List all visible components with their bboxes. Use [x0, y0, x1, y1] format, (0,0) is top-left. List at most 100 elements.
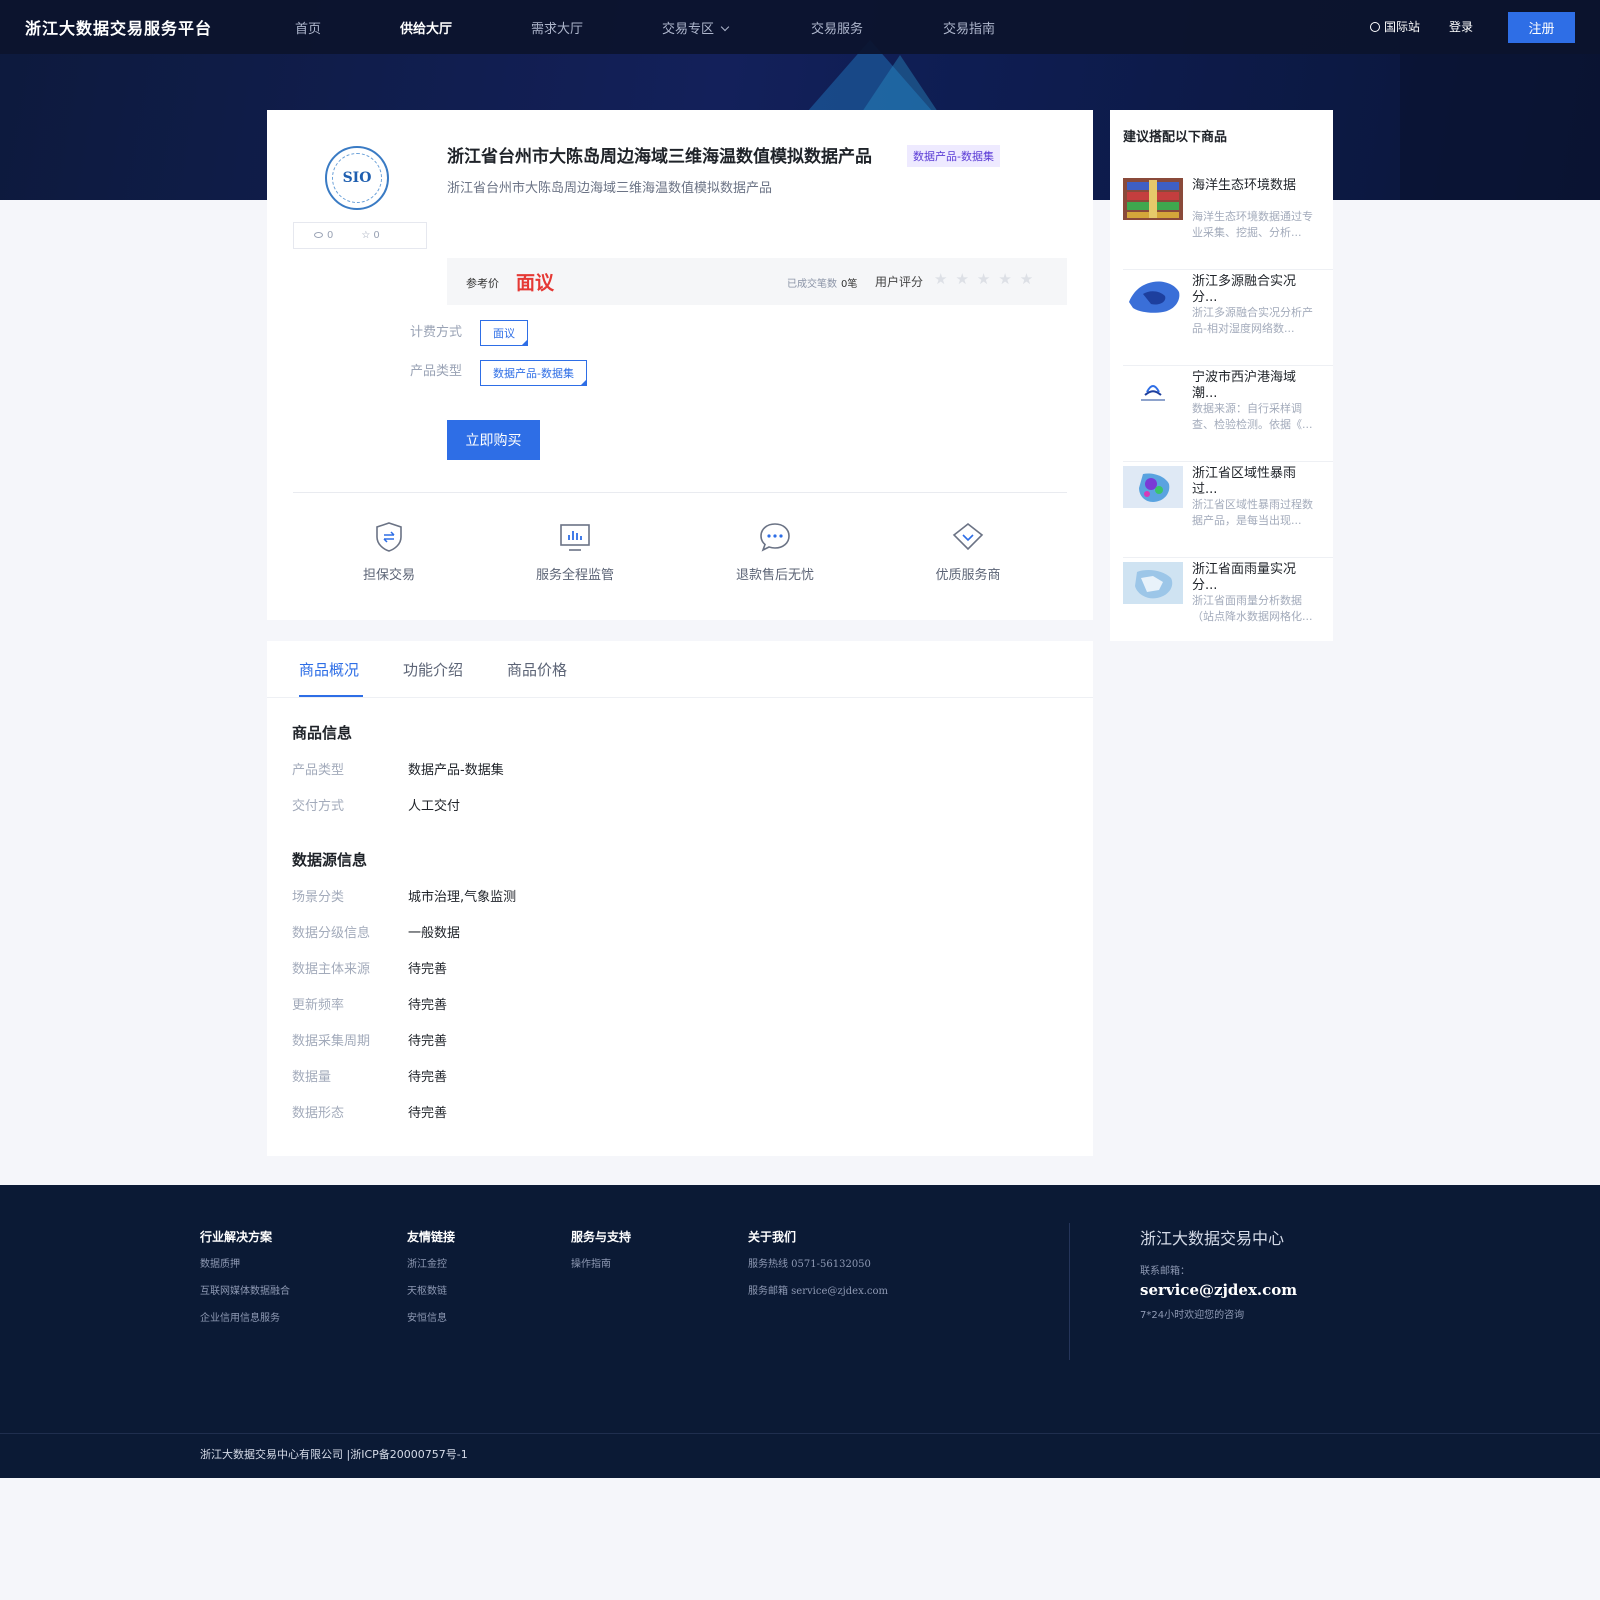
info-value: 人工交付	[408, 799, 461, 814]
recommendation-name: 宁波市西沪港海域潮...	[1192, 370, 1297, 401]
product-card: SIO 0 ☆ 0 浙江省台州市大陈岛周边海域三维海温数值模拟数据产品 数据产品-…	[267, 110, 1093, 620]
source-label: 更新频率	[292, 998, 345, 1013]
price-label: 参考价	[466, 277, 499, 290]
recommendation-name: 海洋生态环境数据	[1192, 178, 1297, 193]
buy-now-button[interactable]: 立即购买	[447, 420, 540, 460]
footer-col-title: 服务与支持	[571, 1230, 632, 1244]
deal-count-value: 0笔	[841, 279, 858, 290]
rating-label: 用户评分	[875, 275, 924, 289]
map-thumbnail-icon	[1123, 274, 1183, 316]
deal-count-label: 已成交笔数	[787, 279, 837, 290]
star-outline-icon: ☆	[361, 230, 371, 241]
detail-tabs: 商品概况 功能介绍 商品价格	[267, 641, 1093, 698]
info-label: 产品类型	[292, 763, 345, 778]
source-label: 数据主体来源	[292, 962, 371, 977]
source-value: 城市治理,气象监测	[408, 890, 517, 905]
recommendation-desc: 浙江多源融合实况分析产品-相对湿度网络数...	[1192, 306, 1313, 335]
shield-icon	[376, 522, 402, 552]
nav-trade-guide[interactable]: 交易指南	[943, 18, 995, 37]
billing-option-chip[interactable]: 面议	[480, 320, 528, 346]
recommendation-item[interactable]: 浙江省面雨量实况分... 浙江省面雨量分析数据（站点降水数据网格化...	[1123, 558, 1333, 654]
footer-link[interactable]: 安恒信息	[407, 1309, 447, 1324]
recommendation-item[interactable]: 浙江省区域性暴雨过... 浙江省区域性暴雨过程数据产品，是每当出现...	[1123, 462, 1333, 558]
info-value: 数据产品-数据集	[408, 763, 504, 778]
rainfall-map-thumbnail-icon	[1123, 562, 1183, 604]
eye-icon	[314, 232, 323, 238]
billing-label: 计费方式	[410, 325, 463, 340]
views-count: 0	[314, 230, 333, 241]
source-label: 数据分级信息	[292, 926, 371, 941]
nav-trade-service[interactable]: 交易服务	[811, 18, 863, 37]
recommendation-name: 浙江省区域性暴雨过...	[1192, 466, 1297, 497]
source-value: 待完善	[408, 1106, 448, 1121]
price-value: 面议	[516, 272, 555, 294]
footer-col-title: 行业解决方案	[200, 1230, 273, 1244]
footer-brand: 浙江大数据交易中心	[1140, 1229, 1285, 1248]
recommendation-item[interactable]: 宁波市西沪港海域潮... 数据来源：自行采样调查、检验检测。依据《...	[1123, 366, 1333, 462]
login-link[interactable]: 登录	[1449, 18, 1473, 35]
brand-logo-text[interactable]: 浙江大数据交易服务平台	[25, 15, 212, 39]
deal-count: 已成交笔数 0笔	[787, 275, 857, 290]
footer: 行业解决方案 数据质押 互联网媒体数据融合 企业信用信息服务 友情链接 浙江金控…	[0, 1185, 1600, 1478]
intl-site-link[interactable]: 国际站	[1370, 18, 1420, 35]
diamond-icon	[952, 522, 984, 551]
footer-col-title: 关于我们	[748, 1230, 797, 1244]
wave-logo-thumbnail-icon	[1123, 370, 1183, 412]
product-logo: SIO	[325, 146, 389, 210]
archive-thumbnail-icon	[1123, 178, 1183, 220]
product-stats: 0 ☆ 0	[293, 222, 427, 249]
footer-link[interactable]: 互联网媒体数据融合	[200, 1282, 290, 1297]
source-info-title: 数据源信息	[292, 851, 368, 869]
footer-contact-label: 联系邮箱：	[1140, 1266, 1190, 1277]
favorites-count[interactable]: ☆ 0	[361, 230, 379, 241]
recommendation-item[interactable]: 浙江多源融合实况分... 浙江多源融合实况分析产品-相对湿度网络数...	[1123, 270, 1333, 366]
favorites-value: 0	[373, 230, 380, 241]
tab-features[interactable]: 功能介绍	[403, 659, 463, 680]
recommendation-title: 建议搭配以下商品	[1123, 130, 1228, 145]
register-button[interactable]: 注册	[1508, 12, 1575, 43]
source-value: 待完善	[408, 962, 448, 977]
footer-divider	[1069, 1223, 1070, 1360]
source-value: 待完善	[408, 998, 448, 1013]
product-info-title: 商品信息	[292, 724, 353, 742]
type-option-chip[interactable]: 数据产品-数据集	[480, 360, 587, 386]
rain-map-thumbnail-icon	[1123, 466, 1183, 508]
recommendation-panel: 建议搭配以下商品 海洋生态环境数据 海洋生态环境数据通过专业采集、挖掘、分析..…	[1110, 110, 1333, 641]
nav-supply-hall[interactable]: 供给大厅	[400, 18, 452, 37]
nav-trade-zone-label: 交易专区	[662, 22, 715, 37]
globe-icon	[1370, 22, 1380, 32]
recommendation-desc: 数据来源：自行采样调查、检验检测。依据《...	[1192, 402, 1313, 431]
footer-link[interactable]: 企业信用信息服务	[200, 1309, 280, 1324]
recommendation-item[interactable]: 海洋生态环境数据 海洋生态环境数据通过专业采集、挖掘、分析...	[1123, 174, 1333, 270]
recommendation-desc: 海洋生态环境数据通过专业采集、挖掘、分析...	[1192, 210, 1313, 239]
info-label: 交付方式	[292, 799, 345, 814]
footer-email[interactable]: service@zjdex.com	[1140, 1281, 1297, 1299]
footer-col-title: 友情链接	[407, 1230, 456, 1244]
product-title: 浙江省台州市大陈岛周边海域三维海温数值模拟数据产品	[447, 147, 872, 167]
divider	[293, 492, 1067, 493]
footer-link[interactable]: 浙江金控	[407, 1255, 447, 1270]
footer-link[interactable]: 天枢数链	[407, 1282, 447, 1297]
feature-guaranteed-trade: 担保交易	[329, 520, 449, 583]
nav-home[interactable]: 首页	[295, 18, 321, 37]
feature-label: 服务全程监管	[535, 568, 614, 583]
views-value: 0	[327, 230, 334, 241]
tab-pricing[interactable]: 商品价格	[507, 659, 567, 680]
nav-demand-hall[interactable]: 需求大厅	[531, 18, 583, 37]
source-value: 一般数据	[408, 926, 461, 941]
top-nav-bar: 浙江大数据交易服务平台 首页 供给大厅 需求大厅 交易专区 交易服务 交易指南 …	[0, 0, 1600, 54]
intl-site-label: 国际站	[1384, 20, 1421, 34]
footer-link[interactable]: 数据质押	[200, 1255, 240, 1270]
active-tab-indicator	[299, 695, 363, 697]
nav-trade-zone[interactable]: 交易专区	[662, 18, 730, 37]
feature-label: 优质服务商	[935, 568, 1001, 583]
footer-bottom-bar: 浙江大数据交易中心有限公司 |浙ICP备20000757号-1	[0, 1433, 1600, 1478]
source-value: 待完善	[408, 1034, 448, 1049]
feature-full-supervision: 服务全程监管	[515, 520, 635, 583]
recommendation-name: 浙江省面雨量实况分...	[1192, 562, 1297, 593]
source-label: 数据采集周期	[292, 1034, 371, 1049]
footer-link[interactable]: 操作指南	[571, 1255, 611, 1270]
tab-overview[interactable]: 商品概况	[299, 659, 359, 680]
footer-link[interactable]: 服务邮箱 service@zjdex.com	[748, 1282, 888, 1297]
feature-quality-provider: 优质服务商	[908, 520, 1028, 583]
